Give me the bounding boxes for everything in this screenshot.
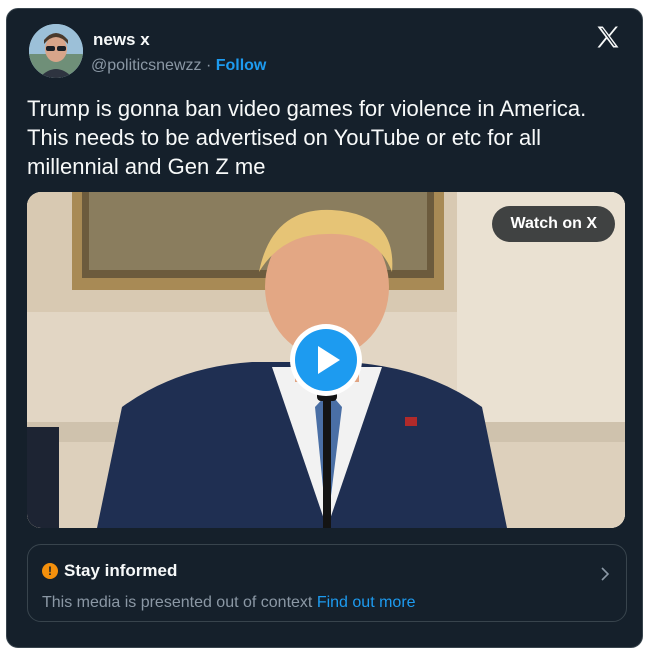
tweet-text: Trump is gonna ban video games for viole… bbox=[27, 96, 587, 179]
notice-title-row: ! Stay informed bbox=[42, 560, 177, 582]
chevron-right-icon bbox=[601, 567, 610, 581]
context-notice[interactable]: ! Stay informed This media is presented … bbox=[27, 544, 627, 622]
follow-button[interactable]: Follow bbox=[216, 57, 267, 74]
notice-title: Stay informed bbox=[64, 561, 178, 580]
x-logo-icon[interactable] bbox=[594, 23, 622, 51]
notice-body-row: This media is presented out of context F… bbox=[42, 592, 416, 614]
avatar[interactable] bbox=[29, 24, 83, 78]
author-handle[interactable]: @politicsnewzz bbox=[91, 57, 202, 74]
find-out-more-link[interactable]: Find out more bbox=[317, 594, 416, 611]
notice-body: This media is presented out of context bbox=[42, 594, 313, 611]
tweet-card[interactable]: news x @politicsnewzz · Follow Trump is … bbox=[6, 8, 643, 648]
avatar-image bbox=[29, 24, 83, 78]
warning-icon: ! bbox=[42, 563, 58, 579]
play-icon[interactable] bbox=[288, 322, 364, 398]
author-handle-row: @politicsnewzz · Follow bbox=[91, 55, 266, 77]
separator: · bbox=[201, 57, 216, 74]
watch-on-x-button[interactable]: Watch on X bbox=[492, 206, 615, 242]
video-player[interactable]: Watch on X bbox=[27, 192, 625, 528]
author-name[interactable]: news x bbox=[93, 29, 150, 51]
